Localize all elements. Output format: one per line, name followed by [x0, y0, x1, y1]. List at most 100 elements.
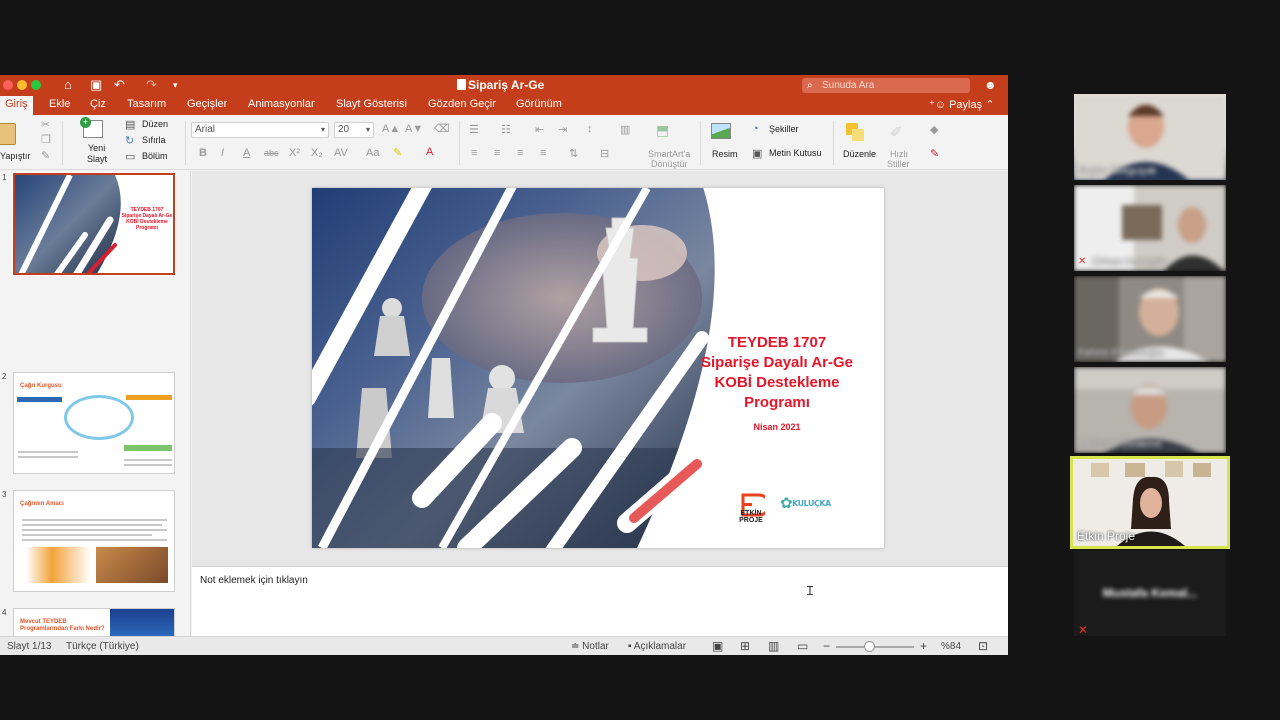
notes-pane[interactable]: Not eklemek için tıklayın Ｉ: [192, 566, 1008, 636]
slide-date[interactable]: Nisan 2021: [672, 422, 882, 432]
grow-font-icon[interactable]: A▲: [382, 123, 400, 135]
cut-icon[interactable]: ✂: [41, 118, 50, 131]
slide-4-heading: Mevcut TEYDEB Programlarından Farkı Nedi…: [20, 619, 105, 632]
font-name-select[interactable]: Arial ▾: [191, 122, 329, 138]
zoom-slider[interactable]: [836, 641, 914, 652]
align-text-icon[interactable]: ⊟: [600, 147, 609, 160]
decrease-indent-icon[interactable]: ⇤: [535, 123, 544, 136]
tab-tasarim[interactable]: Tasarım: [127, 98, 166, 110]
zoom-slider-thumb[interactable]: [864, 641, 875, 652]
font-name-value: Arial: [195, 124, 216, 135]
shape-fill-icon[interactable]: ◆: [930, 123, 938, 136]
zoom-in-icon[interactable]: +: [920, 639, 927, 653]
copy-icon[interactable]: ❐: [41, 133, 51, 146]
redo-icon[interactable]: ↷: [146, 77, 157, 93]
tab-gozden-gecir[interactable]: Gözden Geçir: [428, 98, 496, 110]
change-case-icon[interactable]: Aa: [366, 147, 379, 159]
shape-outline-icon[interactable]: ✎: [930, 147, 939, 160]
slideshow-icon[interactable]: ▭: [797, 639, 808, 653]
chevron-down-icon: ▾: [365, 125, 370, 134]
zoom-level[interactable]: %84: [941, 641, 961, 652]
align-center-icon[interactable]: ≡: [494, 147, 500, 159]
slide-number-1: 1: [2, 173, 7, 182]
font-size-select[interactable]: 20 ▾: [334, 122, 374, 138]
tab-animasyonlar[interactable]: Animasyonlar: [248, 98, 315, 110]
collapse-ribbon-icon[interactable]: ⌃: [985, 99, 994, 111]
zoom-out-icon[interactable]: −: [823, 639, 830, 653]
reading-view-icon[interactable]: ▥: [768, 639, 779, 653]
participant-tile-4[interactable]: Mehmet Özdemir: [1074, 367, 1226, 453]
quick-styles-button[interactable]: ✐ Hızlı Stiller: [886, 119, 916, 169]
notes-toggle[interactable]: ≐ Notlar: [571, 641, 609, 652]
superscript-icon[interactable]: X²: [289, 147, 300, 159]
align-left-icon[interactable]: ≡: [471, 147, 477, 159]
arrange-button[interactable]: Düzenle: [840, 119, 880, 165]
save-icon[interactable]: ▣: [90, 77, 102, 93]
columns-icon[interactable]: ▥: [620, 123, 630, 136]
tab-gorunum[interactable]: Görünüm: [516, 98, 562, 110]
align-right-icon[interactable]: ≡: [517, 147, 523, 159]
justify-icon[interactable]: ≡: [540, 147, 546, 159]
customize-toolbar-icon[interactable]: ▾: [173, 77, 178, 93]
new-slide-button[interactable]: + Yeni Slayt: [80, 117, 116, 166]
slide-thumbnail-2[interactable]: Çağrı Kurgusu: [13, 372, 175, 474]
slide-sorter-icon[interactable]: ⊞: [740, 639, 750, 653]
convert-smartart-button[interactable]: ⬒ SmartArt'a Dönüştür: [648, 119, 694, 169]
underline-icon[interactable]: A: [243, 147, 250, 159]
slide-2-heading: Çağrı Kurgusu: [20, 383, 62, 389]
tab-ciz[interactable]: Çiz: [90, 98, 106, 110]
italic-icon[interactable]: I: [221, 147, 224, 159]
participant-tile-1[interactable]: Ergün Tetiguşak: [1074, 94, 1226, 180]
tab-slayt-gosterisi[interactable]: Slayt Gösterisi: [336, 98, 407, 110]
normal-view-icon[interactable]: ▣: [712, 639, 723, 653]
participant-tile-6[interactable]: Mustafa Kemal... ✕: [1074, 550, 1226, 636]
comments-toggle[interactable]: ▪ Açıklamalar: [628, 641, 686, 652]
slide-3-heading: Çağrının Amacı: [20, 501, 64, 507]
font-color-icon[interactable]: A: [426, 146, 433, 158]
notes-placeholder[interactable]: Not eklemek için tıklayın: [200, 575, 308, 586]
subscript-icon[interactable]: X₂: [311, 147, 323, 159]
slide-title-line-2: Siparişe Dayalı Ar-Ge: [700, 354, 853, 371]
picture-icon: [711, 123, 731, 139]
bullets-icon[interactable]: ☰: [469, 123, 479, 136]
smartart-label-1: SmartArt'a: [648, 149, 691, 159]
participant-name: Mustafa Kemal...: [1102, 586, 1198, 600]
tab-ekle[interactable]: Ekle: [49, 98, 70, 110]
language-indicator[interactable]: Türkçe (Türkiye): [66, 641, 139, 652]
minimize-window-button[interactable]: [17, 80, 27, 90]
slide-thumbnail-3[interactable]: Çağrının Amacı: [13, 490, 175, 592]
paste-button[interactable]: Yapıştır: [0, 119, 30, 165]
participant-tile-3[interactable]: Fehmi Efendioğlu: [1074, 276, 1226, 362]
slide-title-line-3: KOBİ Destekleme: [714, 374, 840, 391]
increase-indent-icon[interactable]: ⇥: [558, 123, 567, 136]
clear-format-icon[interactable]: ⌫: [434, 122, 450, 135]
zoom-window-button[interactable]: [31, 80, 41, 90]
slide-thumbnail-1[interactable]: TEYDEB 1707 Siparişe Dayalı Ar-Ge KOBİ Des…: [12, 172, 176, 276]
char-spacing-icon[interactable]: AV: [334, 147, 348, 159]
slide-title[interactable]: TEYDEB 1707 Siparişe Dayalı Ar-Ge KOBİ D…: [672, 333, 882, 413]
line-spacing-icon[interactable]: ↕: [587, 123, 593, 135]
bold-icon[interactable]: B: [199, 147, 207, 159]
participant-tile-2[interactable]: ✕ Orhan Karagöz: [1074, 185, 1226, 271]
tab-giris[interactable]: Giriş: [0, 96, 33, 115]
undo-icon[interactable]: ↶: [114, 77, 125, 93]
strikethrough-icon[interactable]: abc: [264, 148, 279, 158]
participant-tile-5-active[interactable]: Etkin Proje: [1070, 456, 1230, 549]
text-direction-icon[interactable]: ⇅: [569, 147, 578, 160]
tab-gecisler[interactable]: Geçişler: [187, 98, 227, 110]
current-slide[interactable]: TEYDEB 1707 Siparişe Dayalı Ar-Ge KOBİ D…: [312, 188, 884, 548]
participant-name: Etkin Proje: [1077, 529, 1136, 543]
close-window-button[interactable]: [3, 80, 13, 90]
numbering-icon[interactable]: ☷: [501, 123, 511, 136]
slide-3-image-1: [26, 547, 91, 583]
share-button[interactable]: ⁺☺ Paylaş ⌃: [929, 98, 994, 111]
search-input[interactable]: ⌕ Sunuda Ara: [802, 78, 970, 93]
highlight-icon[interactable]: ✎: [393, 146, 402, 159]
account-icon[interactable]: ☻: [984, 77, 997, 93]
home-icon[interactable]: ⌂: [64, 77, 72, 93]
format-painter-icon[interactable]: ✎: [41, 149, 50, 162]
slide-thumbnail-pane[interactable]: TEYDEB 1707 Siparişe Dayalı Ar-Ge KOBİ Des…: [0, 171, 191, 655]
shrink-font-icon[interactable]: A▼: [405, 123, 423, 135]
fit-to-window-icon[interactable]: ⊡: [978, 639, 988, 653]
picture-button[interactable]: Resim: [708, 119, 744, 165]
